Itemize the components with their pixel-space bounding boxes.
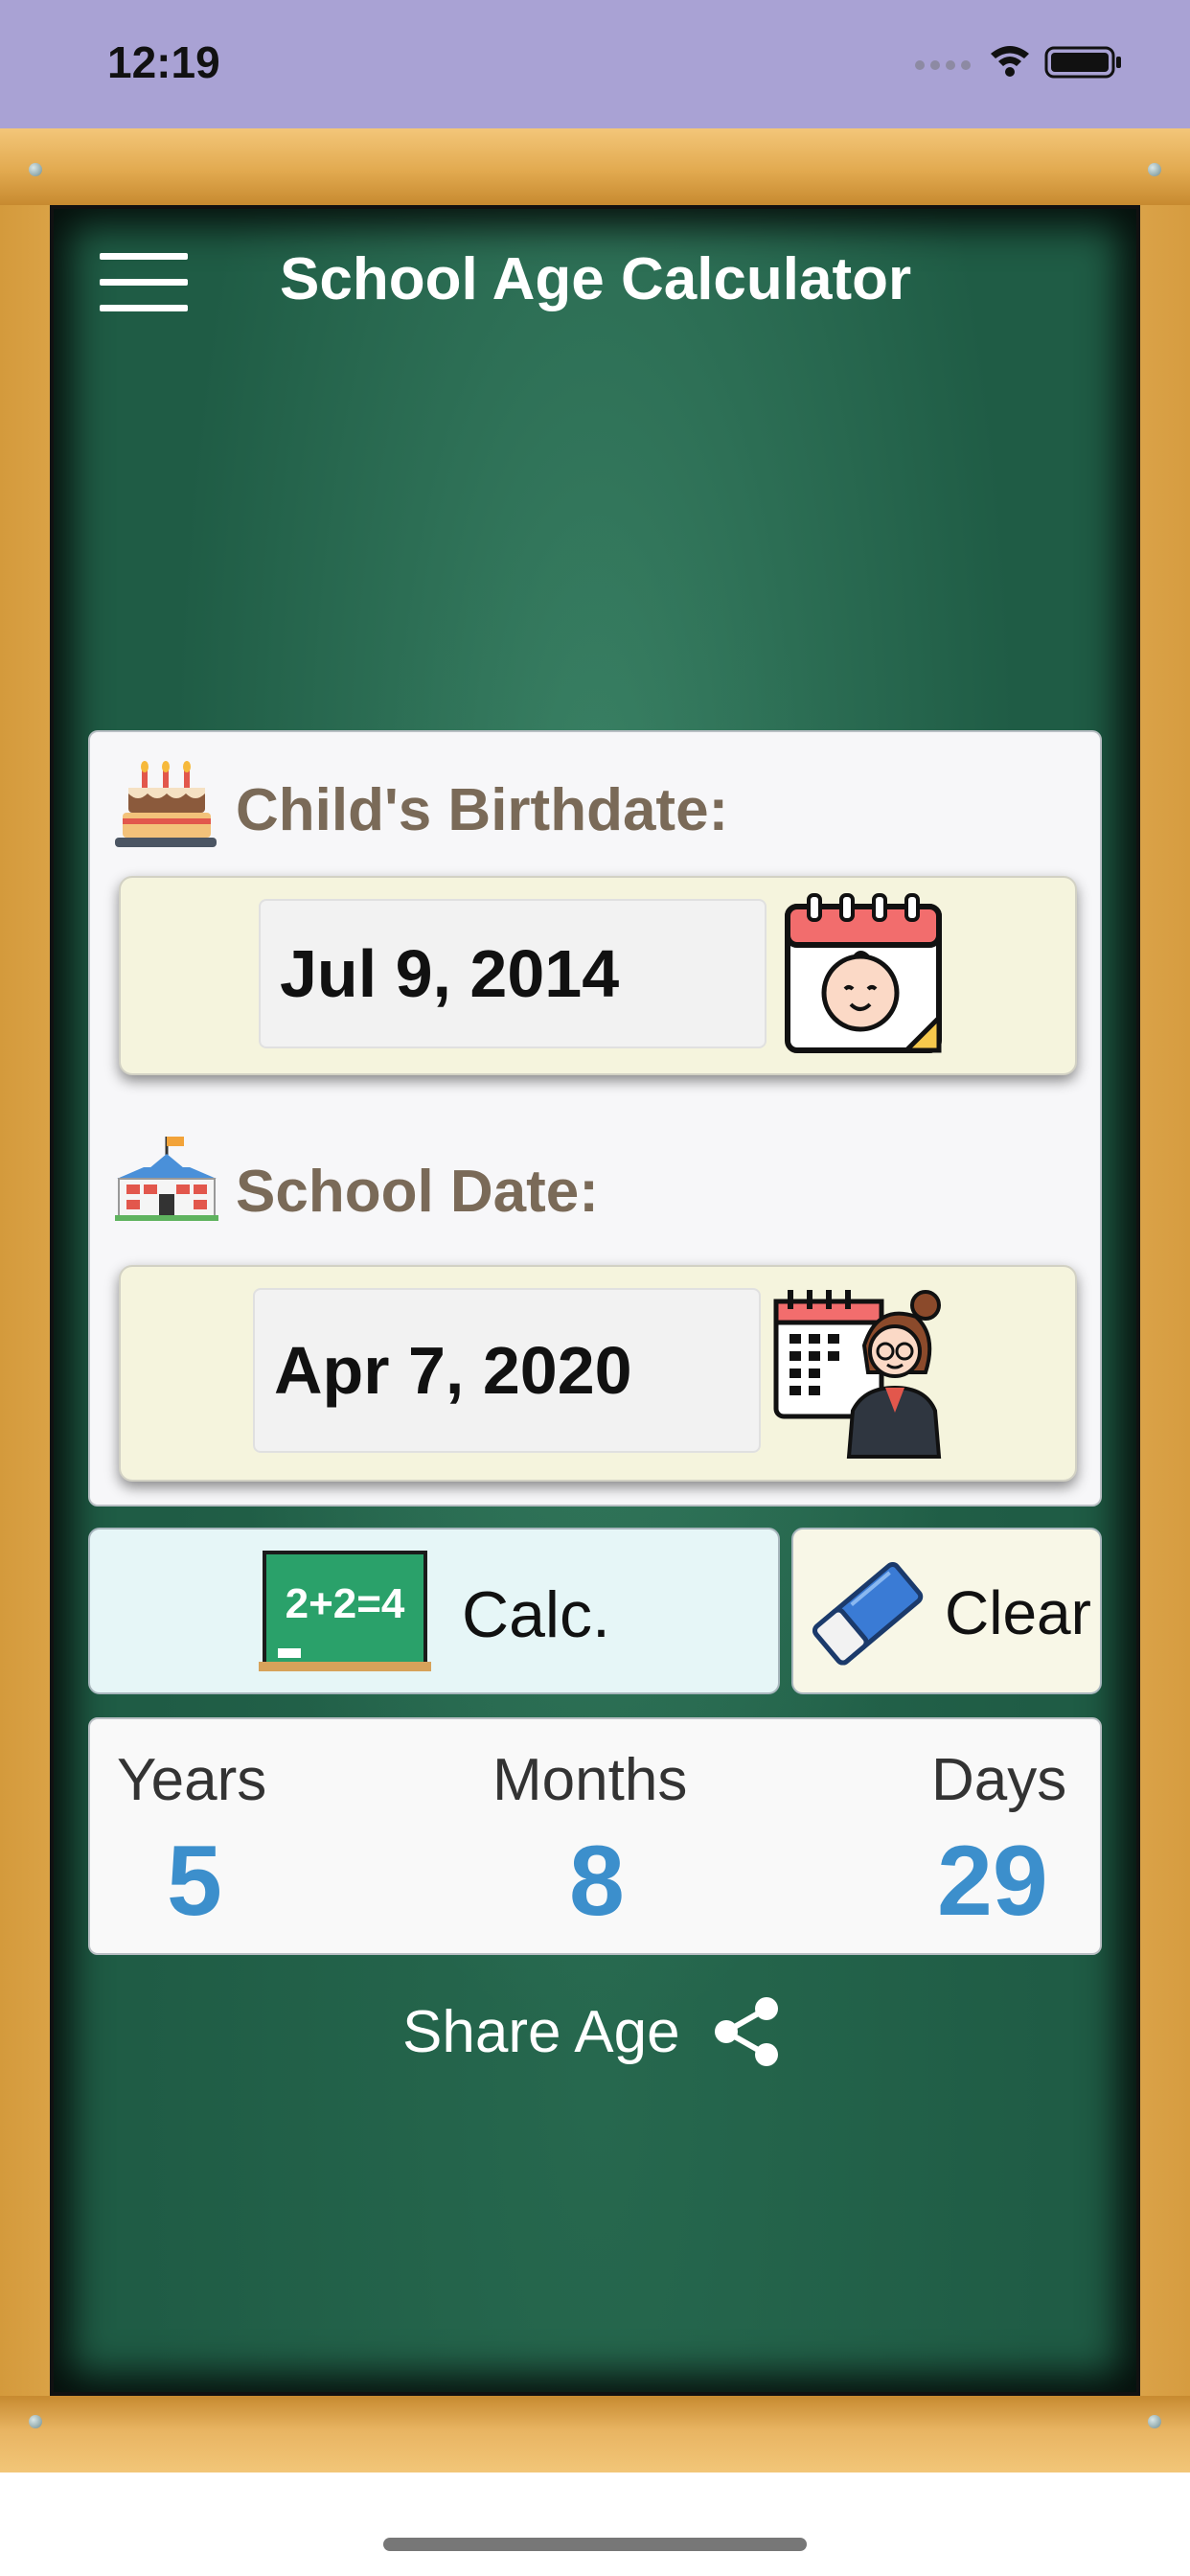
months-value: 8	[569, 1826, 625, 1937]
birthday-cake-icon	[115, 761, 217, 847]
calculate-label: Calc.	[462, 1578, 610, 1651]
wifi-icon	[991, 46, 1029, 77]
school-building-icon	[115, 1137, 218, 1221]
baby-calendar-icon[interactable]	[782, 893, 945, 1058]
chalkboard-math-icon: 2+2=4	[259, 1551, 431, 1671]
school-date-label: School Date:	[236, 1159, 599, 1225]
birthdate-row: Jul 9, 2014	[119, 876, 1077, 1075]
years-label: Years	[117, 1747, 267, 1813]
results-panel: Years 5 Months 8 Days 29	[88, 1717, 1102, 1955]
share-icon	[714, 1997, 778, 2066]
status-time: 12:19	[107, 37, 220, 87]
hamburger-menu-icon[interactable]	[100, 253, 188, 312]
months-label: Months	[492, 1747, 688, 1813]
status-bar: 12:19	[0, 0, 1190, 128]
chalkboard-text: 2+2=4	[286, 1580, 405, 1627]
frame-nail	[1148, 163, 1161, 176]
calculate-button[interactable]: 2+2=4 Calc.	[88, 1528, 780, 1694]
clear-button[interactable]: Clear	[791, 1528, 1102, 1694]
wood-frame-top	[0, 128, 1190, 205]
days-label: Days	[931, 1747, 1067, 1813]
years-value: 5	[167, 1826, 222, 1937]
school-date-row: Apr 7, 2020	[119, 1265, 1077, 1482]
battery-icon	[1044, 46, 1121, 79]
page-title: School Age Calculator	[280, 246, 912, 312]
share-age-label: Share Age	[402, 1998, 680, 2065]
birthdate-label: Child's Birthdate:	[236, 777, 729, 843]
frame-nail	[29, 163, 42, 176]
clear-label: Clear	[945, 1578, 1091, 1647]
eraser-icon	[812, 1561, 924, 1666]
frame-nail	[1148, 2415, 1161, 2428]
frame-nail	[29, 2415, 42, 2428]
status-icons	[915, 46, 1121, 79]
wood-frame-bottom	[0, 2396, 1190, 2472]
home-indicator[interactable]	[383, 2538, 807, 2551]
days-value: 29	[937, 1826, 1048, 1937]
school-date-field[interactable]: Apr 7, 2020	[253, 1288, 761, 1453]
share-age-button[interactable]: Share Age	[402, 1993, 786, 2070]
dates-card: Child's Birthdate: Jul 9, 2014 School Da…	[88, 730, 1102, 1506]
cellular-signal-icon	[915, 60, 971, 70]
teacher-calendar-icon[interactable]	[772, 1288, 945, 1460]
birthdate-field[interactable]: Jul 9, 2014	[259, 899, 767, 1048]
